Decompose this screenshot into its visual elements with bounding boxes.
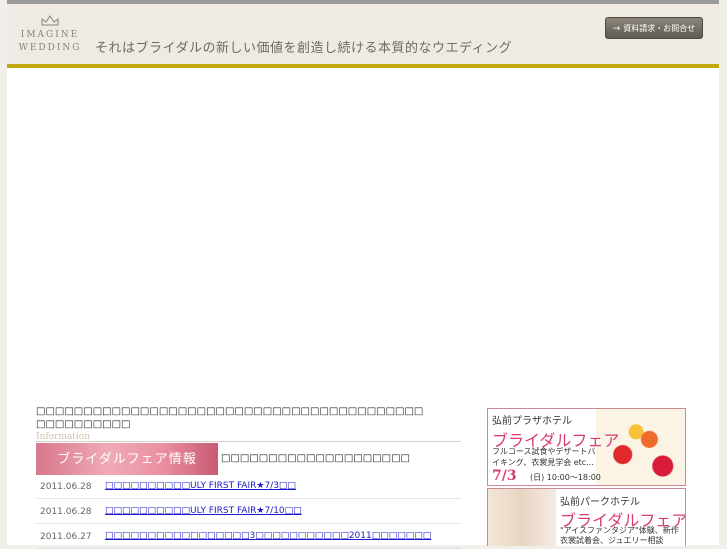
news-date: 2011.06.27 [40,532,92,542]
logo-text-bottom: WEDDING [18,43,82,53]
news-link[interactable]: □□□□□□□□□□ULY FIRST FAIR★7/10□□ [105,506,302,516]
contact-button-label: 資料請求・お問合せ [623,24,696,33]
ad-description: "アイスファンタジア"体験、新作衣裳試着会、ジュエリー相談 etc... [560,526,679,545]
information-divider [36,441,461,442]
intro-text: □□□□□□□□□□□□□□□□□□□□□□□□□□□□□□□□□□□□□□□□… [36,406,424,430]
site-header: IMAGINE WEDDING それはブライダルの新しい価値を創造し続ける本質的… [7,4,719,64]
news-item: 2011.06.28 □□□□□□□□□□ULY FIRST FAIR★7/10… [36,503,461,524]
news-item: 2011.06.28 □□□□□□□□□□ULY FIRST FAIR★7/3□… [36,478,461,499]
logo-text-top: IMAGINE [20,30,80,40]
bridal-fair-banner[interactable]: ブライダルフェア情報 [36,443,218,475]
ad-time: (日) 10:00～18:00 [530,473,601,482]
plaza-hotel-fair-ad[interactable]: 弘前プラザホテル ブライダルフェア フルコース試食やデザートバイキング、衣裳見学… [487,408,686,486]
park-hotel-fair-ad[interactable]: 弘前パークホテル ブライダルフェア "アイスファンタジア"体験、新作衣裳試着会、… [487,488,686,546]
news-item: 2011.06.27 □□□□□□□□□□□□□□□□□3□□□□□□□□□□□… [36,528,461,549]
ad-description: フルコース試食やデザートバイキング、衣裳見学会 etc... [492,447,596,467]
couple-photo [488,489,556,546]
news-link[interactable]: □□□□□□□□□□ULY FIRST FAIR★7/3□□ [105,481,296,491]
site-tagline: それはブライダルの新しい価値を創造し続ける本質的なウエディング [95,41,513,56]
news-date: 2011.06.28 [40,507,92,517]
news-date: 2011.06.28 [40,482,92,492]
hero-area [7,68,719,398]
arrow-right-icon: → [612,24,621,34]
site-logo[interactable]: IMAGINE WEDDING [15,14,85,58]
contact-button[interactable]: → 資料請求・お問合せ [605,17,703,39]
ad-hotel-name: 弘前パークホテル [560,497,640,508]
crown-icon [41,15,59,26]
bridal-fair-description: □□□□□□□□□□□□□□□□□□□□ [221,453,410,464]
ad-date: 7/3 [492,468,517,484]
page-frame: IMAGINE WEDDING それはブライダルの新しい価値を創造し続ける本質的… [7,0,719,549]
news-link[interactable]: □□□□□□□□□□□□□□□□□3□□□□□□□□□□□2011□□□□□□□ [105,531,431,541]
ad-hotel-name: 弘前プラザホテル [492,416,572,427]
